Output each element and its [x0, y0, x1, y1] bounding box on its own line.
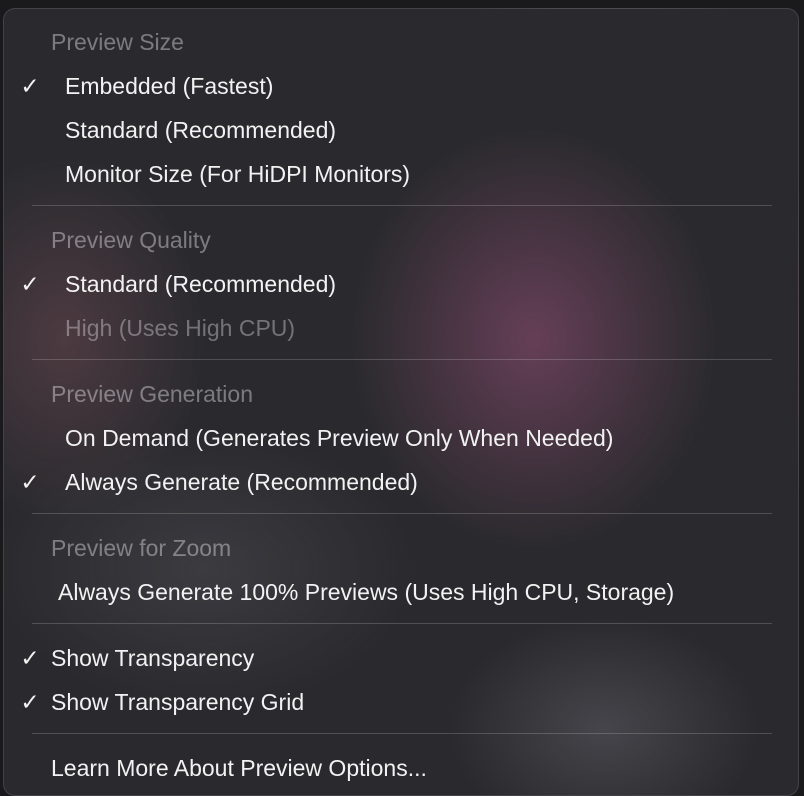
checkmark-icon: ✓ — [20, 469, 40, 495]
menu-item-label: Learn More About Preview Options... — [51, 755, 427, 781]
menu-item-label: Always Generate (Recommended) — [65, 469, 418, 495]
separator — [32, 359, 772, 360]
menu-item-label: Standard (Recommended) — [65, 117, 337, 143]
checkmark-icon: ✓ — [20, 689, 40, 715]
menu-item-label: Standard (Recommended) — [65, 271, 337, 297]
menu-item-label: Always Generate 100% Previews (Uses High… — [58, 579, 675, 605]
separator — [32, 513, 772, 514]
menu-item-standard-size[interactable]: Standard (Recommended) — [4, 108, 798, 152]
menu-item-high-quality: High (Uses High CPU) — [4, 306, 798, 350]
menu-item-label: Embedded (Fastest) — [65, 73, 274, 99]
section-header-preview-zoom: Preview for Zoom — [4, 526, 798, 570]
menu-item-show-transparency-grid[interactable]: ✓ Show Transparency Grid — [4, 680, 798, 724]
separator — [32, 733, 772, 734]
menu-item-label: Show Transparency Grid — [51, 689, 305, 715]
checkmark-icon: ✓ — [20, 73, 40, 99]
menu-item-label: Monitor Size (For HiDPI Monitors) — [65, 161, 411, 187]
menu-item-monitor-size[interactable]: Monitor Size (For HiDPI Monitors) — [4, 152, 798, 196]
menu-item-on-demand[interactable]: On Demand (Generates Preview Only When N… — [4, 416, 798, 460]
menu-item-standard-quality[interactable]: ✓ Standard (Recommended) — [4, 262, 798, 306]
section-header-label: Preview Quality — [51, 227, 211, 253]
section-header-preview-size: Preview Size — [4, 20, 798, 64]
section-header-preview-quality: Preview Quality — [4, 218, 798, 262]
checkmark-icon: ✓ — [20, 271, 40, 297]
menu-item-label: High (Uses High CPU) — [65, 315, 296, 341]
menu-item-always-100-previews[interactable]: Always Generate 100% Previews (Uses High… — [4, 570, 798, 614]
section-header-label: Preview Generation — [51, 381, 253, 407]
section-header-label: Preview for Zoom — [51, 535, 232, 561]
menu-item-label: On Demand (Generates Preview Only When N… — [65, 425, 614, 451]
menu-item-always-generate[interactable]: ✓ Always Generate (Recommended) — [4, 460, 798, 504]
separator — [32, 205, 772, 206]
menu-item-embedded[interactable]: ✓ Embedded (Fastest) — [4, 64, 798, 108]
preview-options-menu: Preview Size ✓ Embedded (Fastest) Standa… — [3, 8, 799, 796]
section-header-preview-generation: Preview Generation — [4, 372, 798, 416]
menu-item-show-transparency[interactable]: ✓ Show Transparency — [4, 636, 798, 680]
separator — [32, 623, 772, 624]
menu-item-label: Show Transparency — [51, 645, 255, 671]
menu-item-learn-more[interactable]: Learn More About Preview Options... — [4, 746, 798, 790]
checkmark-icon: ✓ — [20, 645, 40, 671]
section-header-label: Preview Size — [51, 29, 184, 55]
